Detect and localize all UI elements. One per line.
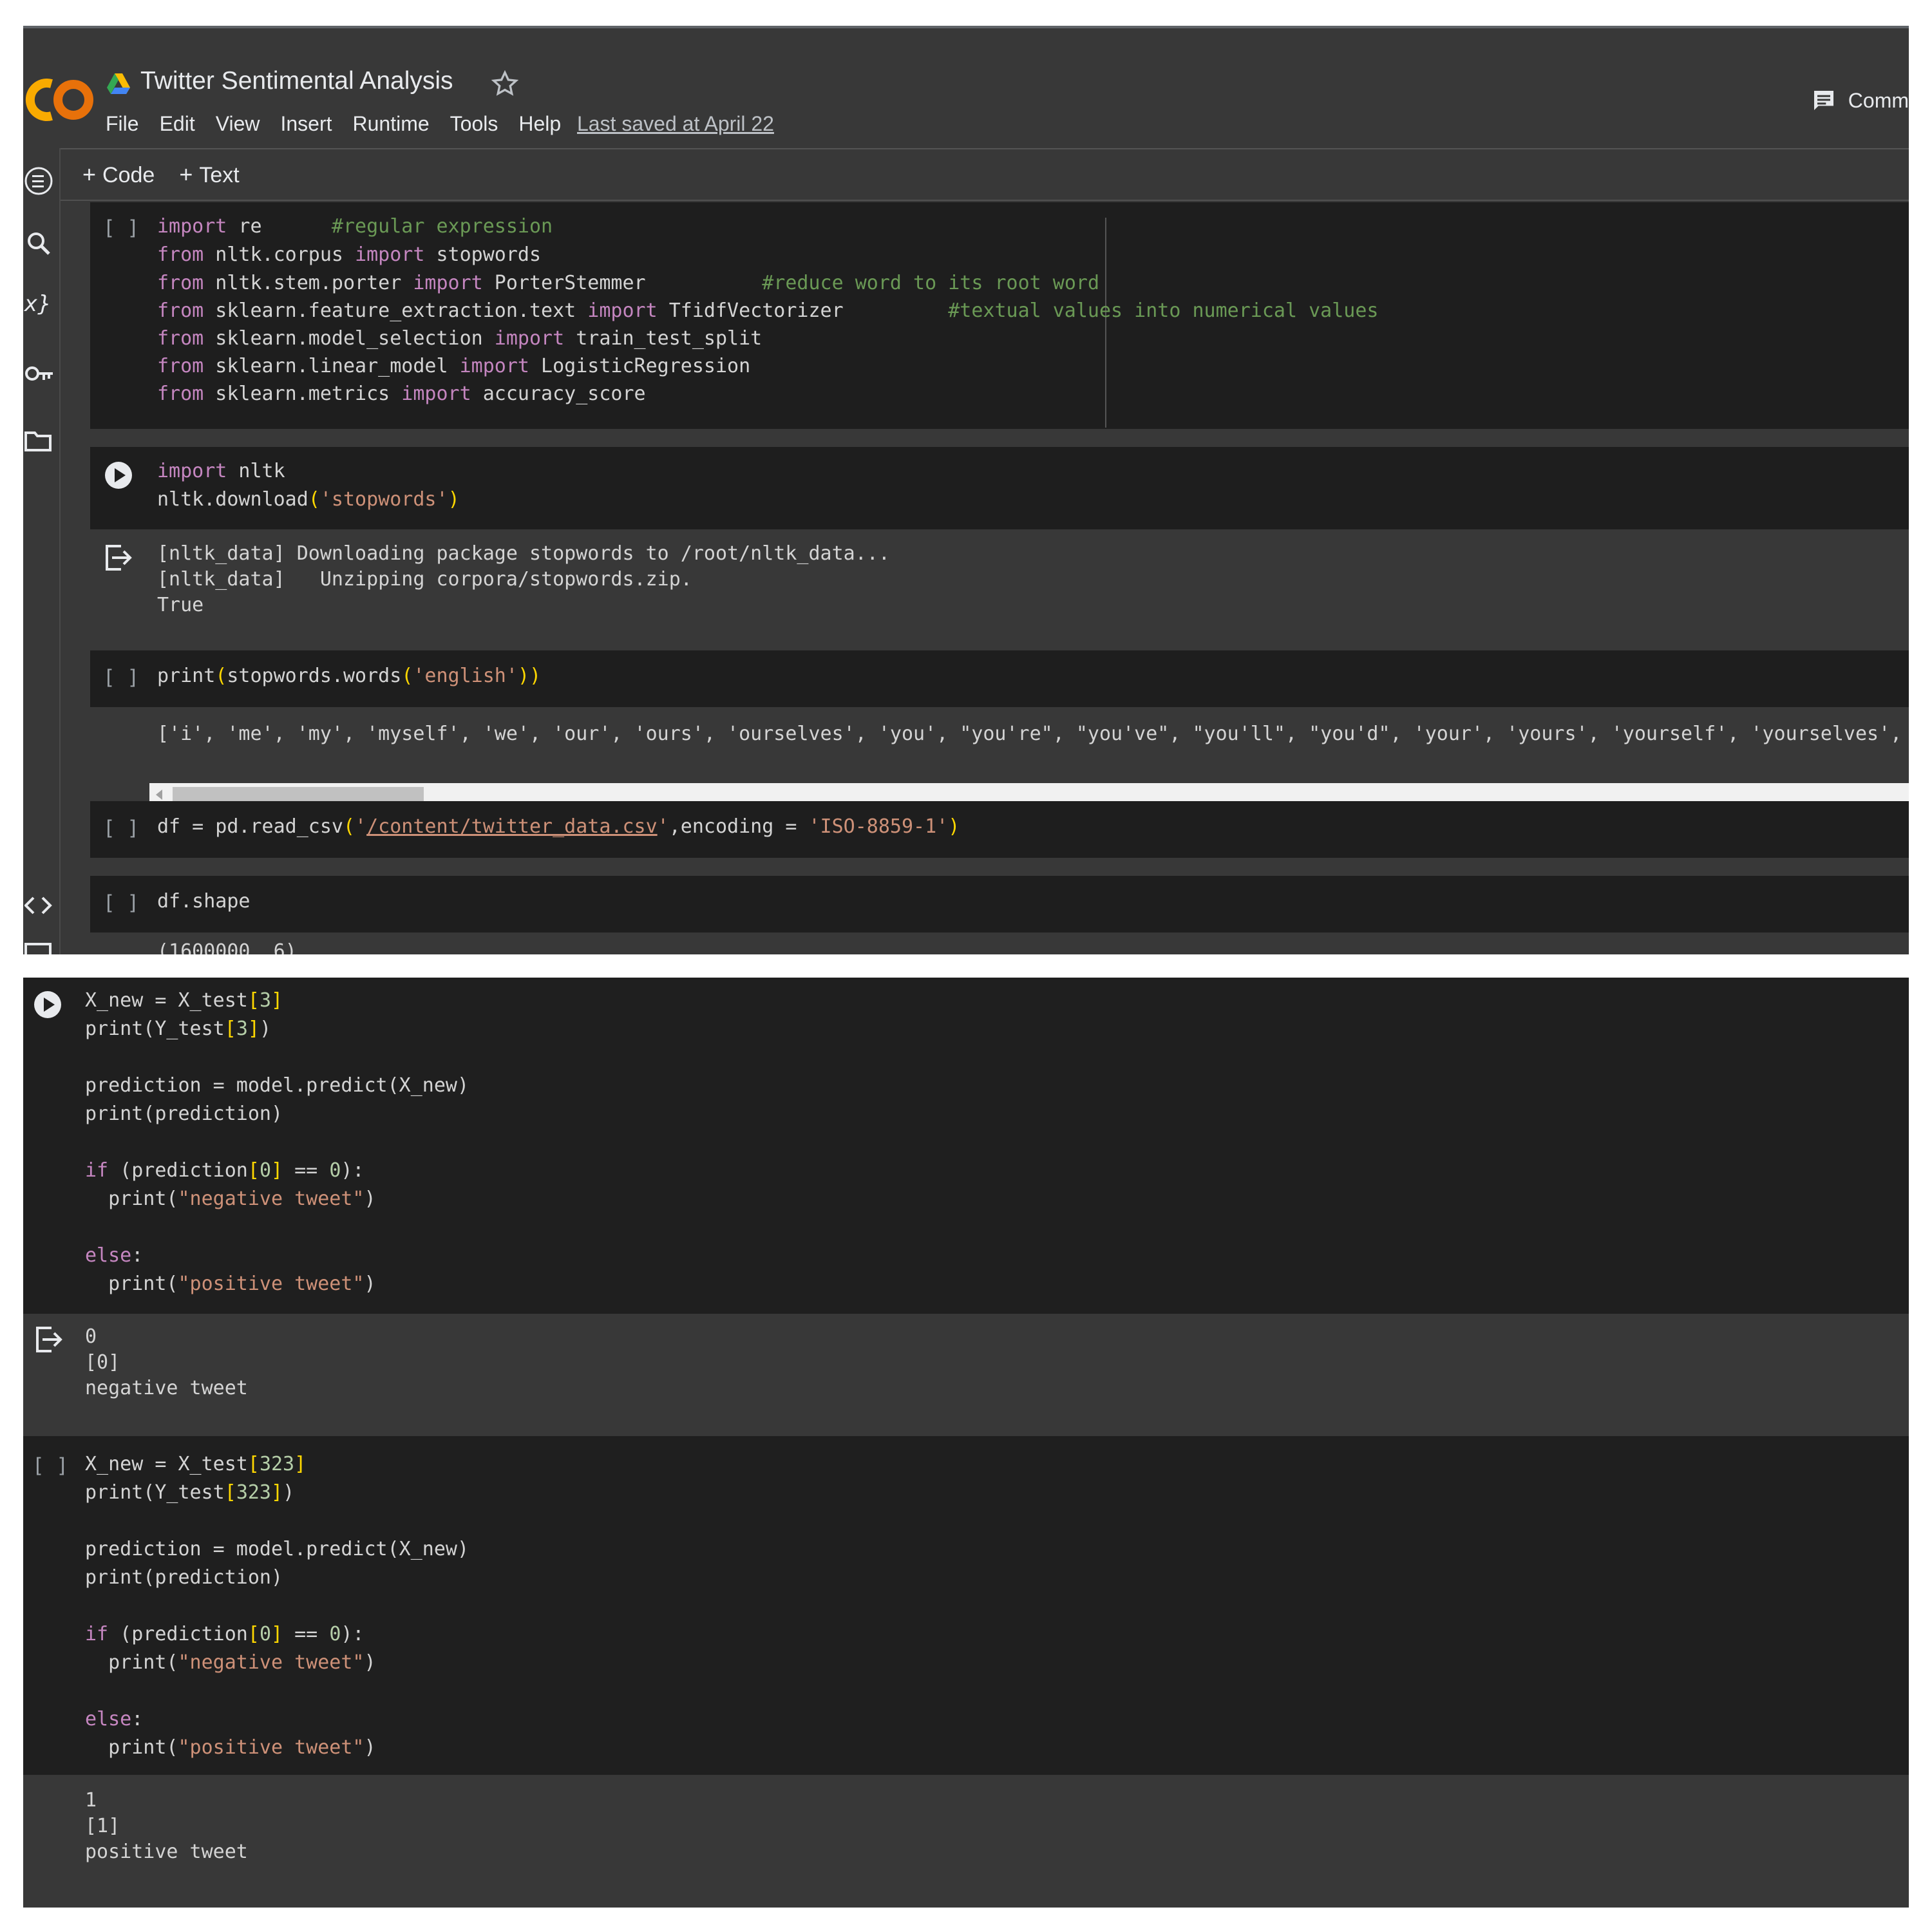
- code-line: print(stopwords.words('english')): [157, 665, 542, 687]
- code-line: from sklearn.model_selection import trai…: [157, 327, 762, 350]
- last-saved-link[interactable]: Last saved at April 22: [577, 112, 774, 136]
- output-line: (1600000, 6): [157, 940, 297, 954]
- add-text-button[interactable]: + Text: [179, 161, 239, 188]
- code-line: df.shape: [157, 890, 251, 913]
- colab-window-top: Twitter Sentimental Analysis File Edit V…: [23, 26, 1909, 954]
- scrollbar-thumb[interactable]: [173, 787, 424, 802]
- file-path-link[interactable]: /content/twitter_data.csv: [366, 815, 658, 838]
- notebook-toolbar: + Code + Text: [82, 161, 240, 188]
- add-text-label: Text: [199, 163, 240, 187]
- output-line: positive tweet: [85, 1841, 248, 1863]
- code-line: import nltk: [157, 460, 285, 482]
- toolbar-divider: [61, 200, 1909, 201]
- terminal-icon[interactable]: [24, 939, 57, 954]
- code-line: print("negative tweet"): [85, 1188, 376, 1210]
- code-cell-shape[interactable]: [ ] df.shape: [90, 876, 1909, 933]
- code-cell-read-csv[interactable]: [ ] df = pd.read_csv('/content/twitter_d…: [90, 801, 1909, 858]
- menu-tools[interactable]: Tools: [450, 112, 498, 136]
- notebook-title[interactable]: Twitter Sentimental Analysis: [140, 67, 453, 95]
- output-line: [0]: [85, 1351, 120, 1374]
- star-icon[interactable]: [491, 70, 519, 98]
- code-line: print(prediction): [85, 1103, 283, 1125]
- run-cell-icon[interactable]: [104, 461, 133, 489]
- code-line: from nltk.corpus import stopwords: [157, 243, 542, 266]
- code-line: nltk.download('stopwords'): [157, 488, 460, 511]
- code-line: print("positive tweet"): [85, 1736, 376, 1759]
- output-line: 1: [85, 1789, 97, 1812]
- header-divider: [59, 148, 1909, 149]
- code-line: X_new = X_test[323]: [85, 1453, 307, 1475]
- colab-window-bottom: X_new = X_test[3] print(Y_test[3]) predi…: [23, 978, 1909, 1908]
- menu-view[interactable]: View: [216, 112, 260, 136]
- code-icon[interactable]: [24, 891, 57, 923]
- cell-output: (1600000, 6): [90, 933, 1909, 954]
- search-icon[interactable]: [24, 229, 57, 261]
- code-line: df = pd.read_csv('/content/twitter_data.…: [157, 815, 960, 838]
- output-line: 0: [85, 1325, 97, 1348]
- run-cell-icon[interactable]: [33, 990, 62, 1019]
- code-line: from nltk.stem.porter import PorterStemm…: [157, 272, 1100, 294]
- menu-insert[interactable]: Insert: [280, 112, 332, 136]
- code-line: print(Y_test[3]): [85, 1018, 271, 1040]
- code-line: print("negative tweet"): [85, 1651, 376, 1674]
- cell-execution-count[interactable]: [ ]: [103, 817, 139, 840]
- cell-output: [nltk_data] Downloading package stopword…: [90, 529, 1909, 649]
- left-sidebar: x}: [23, 148, 61, 954]
- cell-execution-count[interactable]: [ ]: [32, 1454, 68, 1477]
- output-line: ['i', 'me', 'my', 'myself', 'we', 'our',…: [157, 723, 1909, 745]
- output-line: [nltk_data] Unzipping corpora/stopwords.…: [157, 568, 692, 591]
- code-line: prediction = model.predict(X_new): [85, 1538, 469, 1560]
- code-line: from sklearn.feature_extraction.text imp…: [157, 299, 1379, 322]
- google-drive-icon: [107, 73, 130, 94]
- code-cell-stopwords[interactable]: [ ] print(stopwords.words('english')): [90, 650, 1909, 707]
- scroll-left-icon[interactable]: [156, 790, 162, 800]
- code-line: print(prediction): [85, 1566, 283, 1589]
- code-line: print("positive tweet"): [85, 1273, 376, 1295]
- output-clear-icon[interactable]: [33, 1325, 64, 1354]
- comment-button[interactable]: Comm: [1811, 88, 1909, 113]
- cell-output: 1 [1] positive tweet: [23, 1775, 1909, 1908]
- code-line: from sklearn.linear_model import Logisti…: [157, 355, 751, 377]
- menu-file[interactable]: File: [106, 112, 139, 136]
- key-icon[interactable]: [24, 362, 57, 394]
- output-line: negative tweet: [85, 1377, 248, 1399]
- output-line: True: [157, 594, 204, 616]
- code-line: prediction = model.predict(X_new): [85, 1074, 469, 1097]
- output-clear-icon[interactable]: [103, 544, 134, 572]
- code-line: import re #regular expression: [157, 215, 553, 238]
- add-code-button[interactable]: + Code: [82, 161, 155, 188]
- comment-icon: [1814, 91, 1833, 110]
- menu-edit[interactable]: Edit: [160, 112, 195, 136]
- line-length-ruler: [1105, 218, 1106, 428]
- code-line: from sklearn.metrics import accuracy_sco…: [157, 383, 646, 405]
- code-line: else:: [85, 1708, 144, 1730]
- code-line: else:: [85, 1244, 144, 1267]
- output-line: [nltk_data] Downloading package stopword…: [157, 542, 890, 565]
- window-border: [23, 26, 1909, 28]
- menu-help[interactable]: Help: [518, 112, 561, 136]
- code-line: print(Y_test[323]): [85, 1481, 295, 1504]
- folder-icon[interactable]: [24, 425, 57, 457]
- menu-bar: File Edit View Insert Runtime Tools Help: [106, 112, 582, 136]
- variables-icon[interactable]: x}: [24, 291, 57, 323]
- output-line: [1]: [85, 1815, 120, 1837]
- code-line: X_new = X_test[3]: [85, 989, 283, 1012]
- comment-label: Comm: [1848, 88, 1909, 112]
- code-cell-nltk[interactable]: import nltk nltk.download('stopwords'): [90, 447, 1909, 529]
- menu-runtime[interactable]: Runtime: [353, 112, 430, 136]
- cell-output: 0 [0] negative tweet: [23, 1314, 1909, 1436]
- colab-logo-icon[interactable]: [23, 64, 100, 135]
- cell-execution-count[interactable]: [ ]: [103, 891, 139, 914]
- menu-icon[interactable]: [24, 165, 57, 197]
- cell-execution-count[interactable]: [ ]: [103, 666, 139, 689]
- code-line: if (prediction[0] == 0):: [85, 1623, 365, 1645]
- cell-execution-count[interactable]: [ ]: [103, 216, 139, 240]
- code-line: if (prediction[0] == 0):: [85, 1159, 365, 1182]
- code-cell-imports[interactable]: [ ] import re #regular expression from n…: [90, 202, 1909, 429]
- add-code-label: Code: [102, 163, 155, 187]
